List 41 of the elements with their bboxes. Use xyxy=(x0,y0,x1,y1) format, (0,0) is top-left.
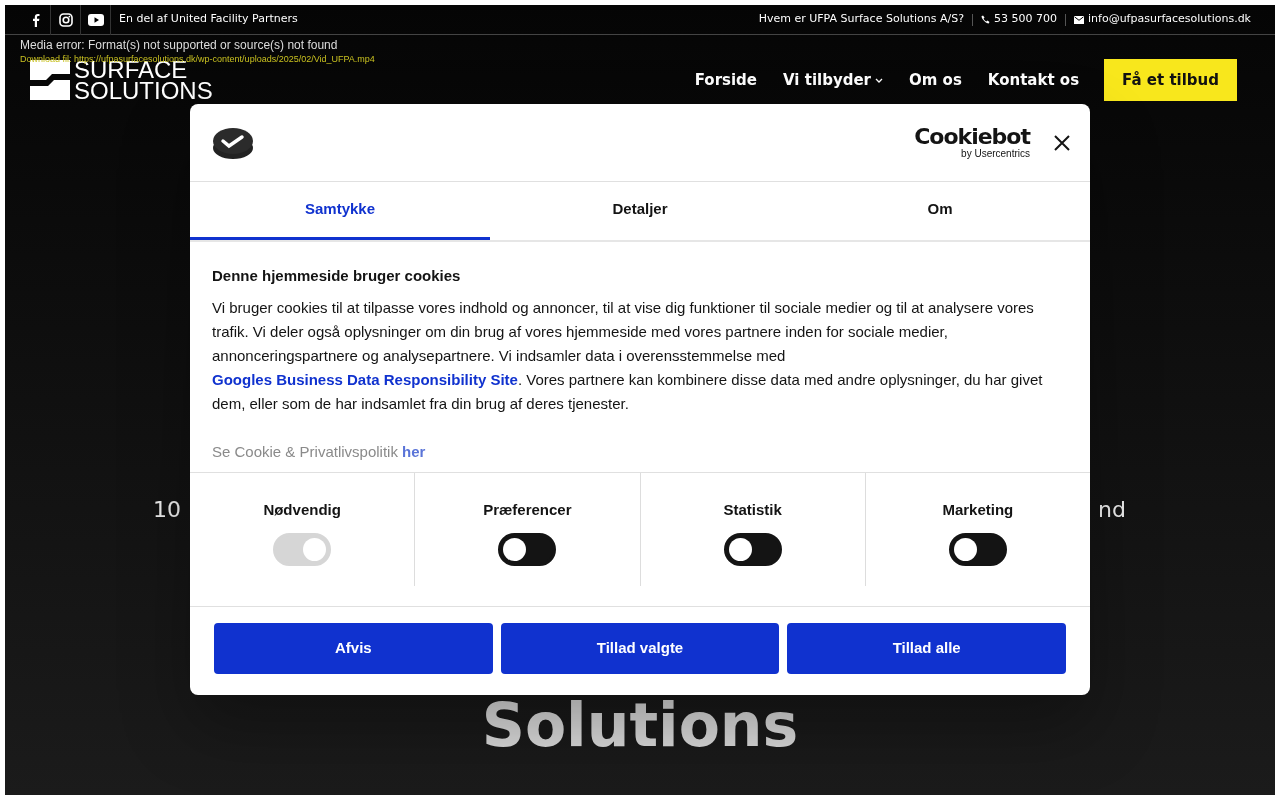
facebook-icon[interactable] xyxy=(31,12,40,27)
nav-link[interactable]: Forside xyxy=(681,68,770,92)
phone-link[interactable]: 53 500 700 xyxy=(981,11,1057,28)
category-label: Statistik xyxy=(723,500,782,520)
envelope-icon xyxy=(1074,15,1084,24)
nav-link[interactable]: Om os xyxy=(896,68,975,92)
hero-headline: Solutions xyxy=(480,695,800,755)
data-policy-link[interactable]: Googles Business Data Responsibility Site xyxy=(212,371,518,388)
category-label: Nødvendig xyxy=(263,500,341,520)
close-icon xyxy=(1054,134,1070,151)
quote-button[interactable]: Få et tilbud xyxy=(1104,58,1237,102)
toggle-switch[interactable] xyxy=(498,532,557,566)
instagram-icon[interactable] xyxy=(58,12,73,27)
hero-subtitle: nd xyxy=(1098,496,1126,524)
dialog-heading: Denne hjemmeside bruger cookies xyxy=(212,266,462,286)
consent-button[interactable]: Tillad alle xyxy=(787,623,1066,674)
checkmark-disc-icon xyxy=(212,125,254,160)
phone-icon xyxy=(981,15,990,24)
brand-byline: by Usercentrics xyxy=(960,148,1030,159)
consent-button[interactable]: Afvis xyxy=(214,623,493,674)
nav-link[interactable]: Vi tilbyder xyxy=(770,68,896,92)
consent-button[interactable]: Tillad valgte xyxy=(500,623,780,674)
category-label: Marketing xyxy=(942,500,1014,520)
email-link[interactable]: info@ufpasurfacesolutions.dk xyxy=(1074,11,1251,28)
hero-subtitle: 10 xyxy=(153,496,181,524)
nav-link[interactable]: Kontakt os xyxy=(974,68,1093,92)
dialog-tab[interactable]: Samtykke xyxy=(190,182,490,240)
policy-text: Se Cookie & Privatlivspolitik her xyxy=(212,442,427,462)
logo-text[interactable]: SOLUTIONS xyxy=(74,80,213,101)
close-button[interactable] xyxy=(1054,134,1070,151)
tagline: En del af United Facility Partners xyxy=(119,11,298,28)
consent-paragraph: Vi bruger cookies til at tilpasse vores indhold og annoncer, til at vise dig funktioner til sociale medier og til at analysere vores trafik. Vi deler også oplysninger om din brug af vores hjemmeside med vores partnere inden for sociale medier, annonceringspartnere og analysepartnere. Vi indsamler data i overensstemmelse med Googles Business Data Responsibility Site. Vores partnere kan kombinere disse data med andre oplysninger, du har givet dem, eller som de har indsamlet fra din brug af deres tjenester. xyxy=(212,298,1044,414)
toggle-switch[interactable] xyxy=(723,532,782,566)
media-error-text: Media error: Format(s) not supported or source(s) not found xyxy=(20,37,338,54)
policy-link[interactable]: her xyxy=(402,443,426,460)
category-label: Præferencer xyxy=(483,500,572,520)
z-logo-icon[interactable] xyxy=(30,60,70,100)
brand-name: Cookiebot xyxy=(914,126,1030,148)
toggle-switch[interactable] xyxy=(948,532,1007,566)
play-button-icon[interactable] xyxy=(87,13,104,26)
about-link[interactable]: Hvem er UFPA Surface Solutions A/S? xyxy=(758,11,964,28)
